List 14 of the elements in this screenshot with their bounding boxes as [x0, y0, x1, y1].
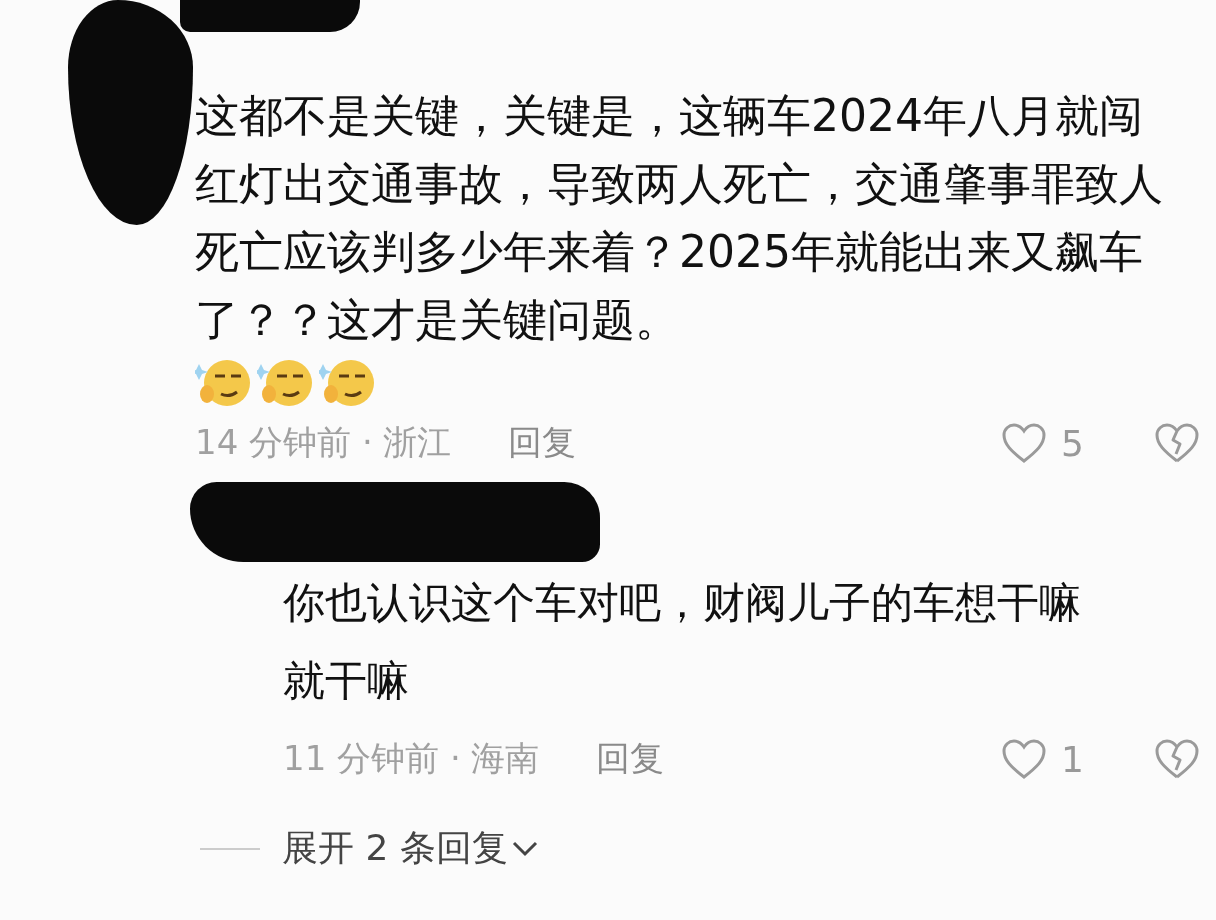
comment-time: 11 分钟前 · 海南 — [283, 737, 540, 780]
chevron-down-icon — [511, 840, 538, 857]
dislike-icon[interactable] — [1154, 738, 1200, 780]
like-count: 5 — [1061, 422, 1084, 464]
dislike-icon[interactable] — [1154, 422, 1200, 464]
comment-text: 这都不是关键，关键是，这辆车2024年八月就闯红灯出交通事故，导致两人死亡，交通肇事罪致人死亡应该判多少年来着？2025年就能出来又飙车了？？这才是关键问题。 — [195, 89, 1164, 347]
expand-replies-link[interactable]: 展开 2 条回复 — [282, 824, 508, 873]
like-icon[interactable] — [1001, 422, 1048, 464]
like-count: 1 — [1061, 738, 1084, 780]
like-icon[interactable] — [1001, 738, 1048, 780]
reply-text: 你也认识这个车对吧，财阀儿子的车想干嘛就干嘛 — [283, 577, 1082, 707]
reply-link[interactable]: 回复 — [595, 736, 664, 782]
reply-link[interactable]: 回复 — [507, 420, 576, 466]
comment-time: 14 分钟前 · 浙江 — [195, 421, 452, 464]
